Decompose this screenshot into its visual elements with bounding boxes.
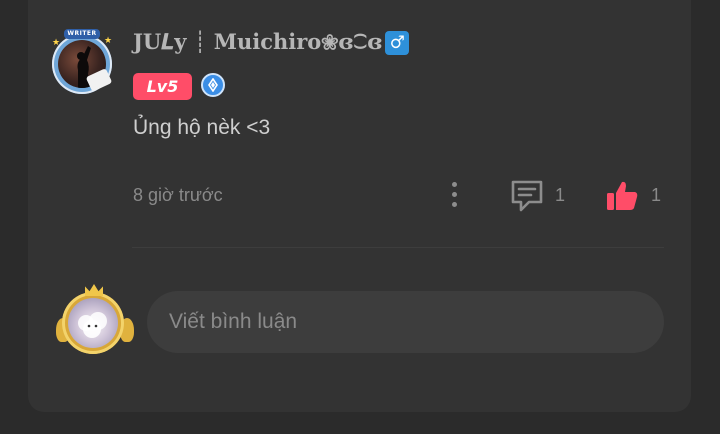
like-button[interactable] [604,178,644,214]
more-options-button[interactable] [442,180,466,210]
comment-bubble-icon [511,180,543,212]
avatar-frame-tag: WRITER [64,29,100,39]
author-username[interactable]: J𝐔𝑳y ┊ Muichiro❀ɞ⁐ɞ ♂ [133,28,410,56]
more-vertical-icon [452,202,457,207]
reply-count: 1 [555,185,566,205]
comment-body: Ủng hộ nèk <3 [133,116,271,139]
comment-timestamp: 8 giờ trước [133,185,223,205]
divider [132,247,664,248]
more-vertical-icon [452,182,457,187]
like-count: 1 [651,185,662,205]
my-avatar [56,284,134,360]
author-avatar[interactable]: WRITER ★ ★ [50,28,114,96]
verified-badge-icon [201,73,225,97]
verified-mark-icon [208,78,218,92]
male-gender-icon: ♂ [385,31,410,55]
more-vertical-icon [452,192,457,197]
author-name-text: J𝐔𝑳y ┊ Muichiro❀ɞ⁐ɞ [133,29,383,54]
fluffy-pet-icon [78,312,107,338]
crown-icon [85,284,103,296]
star-icon: ★ [104,36,113,46]
comment-input[interactable] [147,291,664,353]
star-icon: ★ [52,38,61,48]
thumbs-up-icon [607,181,638,210]
level-badge: Lv5 [133,73,192,100]
avatar-photo [68,298,118,348]
